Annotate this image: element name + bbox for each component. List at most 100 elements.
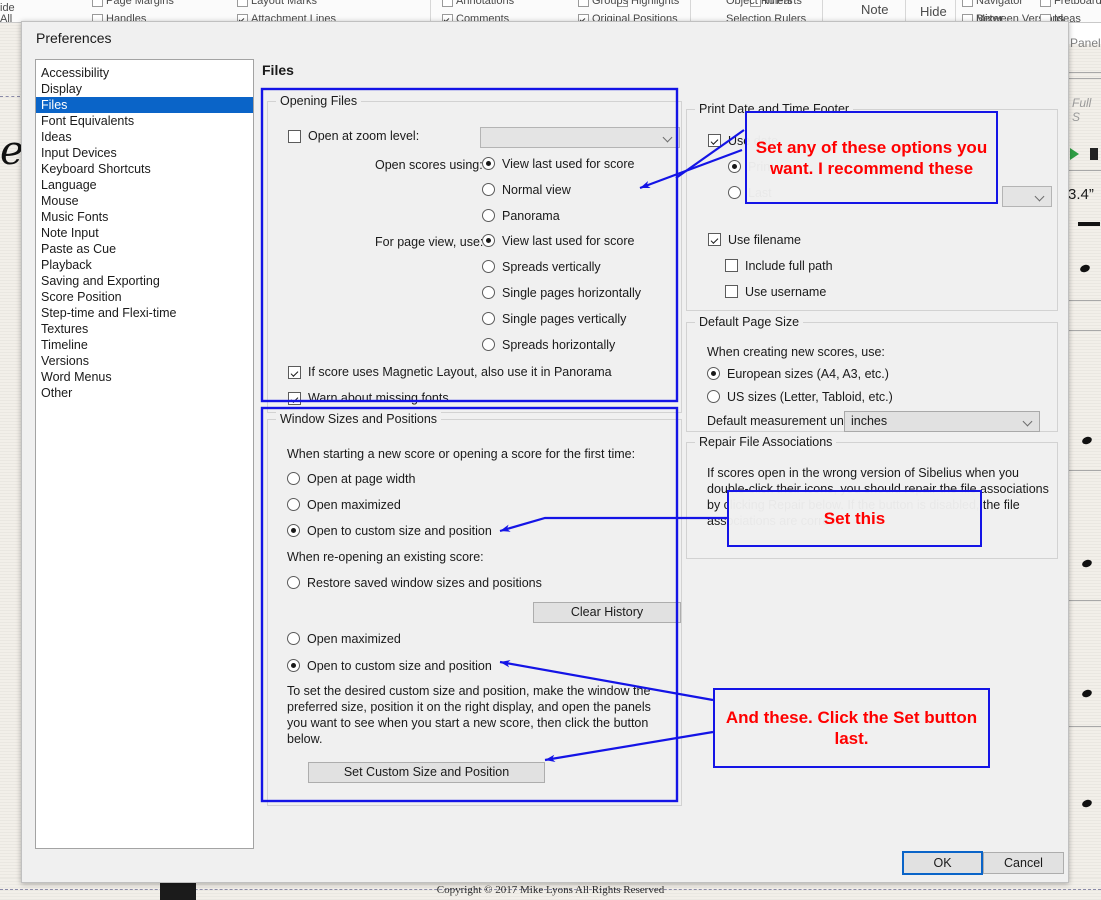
page-size-radio-european[interactable] xyxy=(707,367,720,380)
category-item-textures[interactable]: Textures xyxy=(36,321,253,337)
ribbon-checkbox-navigator[interactable] xyxy=(962,0,973,7)
ribbon-label-highlights[interactable]: Highlights xyxy=(631,0,679,7)
ribbon-label-groups[interactable]: Groups xyxy=(592,0,628,7)
reopen-radio-restore-saved[interactable] xyxy=(287,576,300,589)
first-time-radio-open-custom[interactable] xyxy=(287,524,300,537)
page-view-option-view-last-used[interactable]: View last used for score xyxy=(502,234,634,248)
category-item-paste-as-cue[interactable]: Paste as Cue xyxy=(36,241,253,257)
use-date-checkbox[interactable] xyxy=(708,134,721,147)
cancel-button[interactable]: Cancel xyxy=(983,852,1064,874)
open-at-zoom-level-label[interactable]: Open at zoom level: xyxy=(308,129,419,143)
category-list[interactable]: Accessibility Display Files Font Equival… xyxy=(35,59,254,849)
ribbon-checkbox-groups[interactable] xyxy=(578,0,589,7)
category-item-score-position[interactable]: Score Position xyxy=(36,289,253,305)
ribbon-separator xyxy=(690,0,691,22)
page-view-radio-spreads-horizontally[interactable] xyxy=(482,338,495,351)
warn-missing-fonts-checkbox[interactable] xyxy=(288,392,301,405)
first-time-option-open-custom[interactable]: Open to custom size and position xyxy=(307,524,492,538)
ribbon-label-layout-marks[interactable]: Layout Marks xyxy=(251,0,317,7)
first-time-option-open-at-page-width[interactable]: Open at page width xyxy=(307,472,415,486)
use-filename-label[interactable]: Use filename xyxy=(728,233,801,247)
reopen-radio-open-maximized[interactable] xyxy=(287,632,300,645)
category-item-language[interactable]: Language xyxy=(36,177,253,193)
date-format-combo[interactable] xyxy=(1002,186,1052,207)
magnetic-layout-checkbox[interactable] xyxy=(288,366,301,379)
zoom-level-combo[interactable] xyxy=(480,127,680,148)
ribbon-label-annotations[interactable]: Annotations xyxy=(456,0,514,7)
include-full-path-label[interactable]: Include full path xyxy=(745,259,833,273)
reopen-option-open-custom[interactable]: Open to custom size and position xyxy=(307,659,492,673)
category-item-accessibility[interactable]: Accessibility xyxy=(36,65,253,81)
print-date-radio-last[interactable] xyxy=(728,186,741,199)
ribbon-checkbox-page-margins[interactable] xyxy=(92,0,103,7)
category-item-playback[interactable]: Playback xyxy=(36,257,253,273)
ribbon-label-page-margins[interactable]: Page Margins xyxy=(106,0,174,7)
ribbon-button-hide[interactable]: Hide xyxy=(920,4,947,19)
category-item-mouse[interactable]: Mouse xyxy=(36,193,253,209)
magnetic-layout-label[interactable]: If score uses Magnetic Layout, also use … xyxy=(308,365,612,379)
category-item-other[interactable]: Other xyxy=(36,385,253,401)
use-username-checkbox[interactable] xyxy=(725,285,738,298)
page-view-radio-single-pages-horizontally[interactable] xyxy=(482,286,495,299)
ribbon-label-navigator[interactable]: Navigator xyxy=(976,0,1023,7)
use-date-label[interactable]: Use date xyxy=(728,134,778,148)
category-item-versions[interactable]: Versions xyxy=(36,353,253,369)
category-item-font-equivalents[interactable]: Font Equivalents xyxy=(36,113,253,129)
first-time-radio-open-at-page-width[interactable] xyxy=(287,472,300,485)
page-view-radio-spreads-vertically[interactable] xyxy=(482,260,495,273)
page-view-option-spreads-horizontally[interactable]: Spreads horizontally xyxy=(502,338,615,352)
clear-history-button[interactable]: Clear History xyxy=(533,602,681,623)
print-footer-legend: Print Date and Time Footer xyxy=(695,102,854,116)
page-view-option-spreads-vertically[interactable]: Spreads vertically xyxy=(502,260,601,274)
ribbon-label-fretboard[interactable]: Fretboard xyxy=(1054,0,1101,7)
page-size-option-european[interactable]: European sizes (A4, A3, etc.) xyxy=(727,367,889,381)
category-item-display[interactable]: Display xyxy=(36,81,253,97)
stop-icon[interactable] xyxy=(1090,148,1098,160)
category-item-timeline[interactable]: Timeline xyxy=(36,337,253,353)
open-scores-using-option-panorama[interactable]: Panorama xyxy=(502,209,560,223)
category-item-ideas[interactable]: Ideas xyxy=(36,129,253,145)
include-full-path-checkbox[interactable] xyxy=(725,259,738,272)
reopen-option-restore-saved[interactable]: Restore saved window sizes and positions xyxy=(307,576,542,590)
category-item-note-input[interactable]: Note Input xyxy=(36,225,253,241)
ribbon-checkbox-layout-marks[interactable] xyxy=(237,0,248,7)
page-size-radio-us[interactable] xyxy=(707,390,720,403)
use-username-label[interactable]: Use username xyxy=(745,285,826,299)
category-item-saving-and-exporting[interactable]: Saving and Exporting xyxy=(36,273,253,289)
ribbon-label-object-rulers[interactable]: Object Rulers xyxy=(726,0,793,7)
reopen-option-open-maximized[interactable]: Open maximized xyxy=(307,632,401,646)
first-time-radio-open-maximized[interactable] xyxy=(287,498,300,511)
print-date-option-print[interactable]: Print xyxy=(748,160,774,174)
play-icon[interactable] xyxy=(1070,148,1079,160)
page-view-option-single-pages-vertically[interactable]: Single pages vertically xyxy=(502,312,626,326)
preferences-dialog: Preferences Accessibility Display Files … xyxy=(21,21,1069,883)
ribbon-checkbox-annotations[interactable] xyxy=(442,0,453,7)
warn-missing-fonts-label[interactable]: Warn about missing fonts xyxy=(308,391,449,405)
print-date-radio-print[interactable] xyxy=(728,160,741,173)
category-item-keyboard-shortcuts[interactable]: Keyboard Shortcuts xyxy=(36,161,253,177)
open-scores-using-radio-panorama[interactable] xyxy=(482,209,495,222)
category-item-step-time-and-flexi-time[interactable]: Step-time and Flexi-time xyxy=(36,305,253,321)
first-time-option-open-maximized[interactable]: Open maximized xyxy=(307,498,401,512)
category-item-music-fonts[interactable]: Music Fonts xyxy=(36,209,253,225)
open-at-zoom-level-checkbox[interactable] xyxy=(288,130,301,143)
ribbon-button-note[interactable]: Note xyxy=(861,2,888,17)
category-item-word-menus[interactable]: Word Menus xyxy=(36,369,253,385)
open-scores-using-radio-view-last-used[interactable] xyxy=(482,157,495,170)
ribbon-checkbox-fretboard[interactable] xyxy=(1040,0,1051,7)
open-scores-using-radio-normal-view[interactable] xyxy=(482,183,495,196)
page-view-radio-single-pages-vertically[interactable] xyxy=(482,312,495,325)
set-custom-size-and-position-button[interactable]: Set Custom Size and Position xyxy=(308,762,545,783)
page-size-option-us[interactable]: US sizes (Letter, Tabloid, etc.) xyxy=(727,390,893,404)
use-filename-checkbox[interactable] xyxy=(708,233,721,246)
open-scores-using-option-view-last-used[interactable]: View last used for score xyxy=(502,157,634,171)
page-view-radio-view-last-used[interactable] xyxy=(482,234,495,247)
open-scores-using-option-normal-view[interactable]: Normal view xyxy=(502,183,571,197)
print-date-option-last[interactable]: Last xyxy=(748,186,772,200)
category-item-files[interactable]: Files xyxy=(36,97,253,113)
measurement-units-combo[interactable]: inches xyxy=(844,411,1040,432)
ok-button[interactable]: OK xyxy=(902,851,983,875)
reopen-radio-open-custom[interactable] xyxy=(287,659,300,672)
page-view-option-single-pages-horizontally[interactable]: Single pages horizontally xyxy=(502,286,641,300)
category-item-input-devices[interactable]: Input Devices xyxy=(36,145,253,161)
